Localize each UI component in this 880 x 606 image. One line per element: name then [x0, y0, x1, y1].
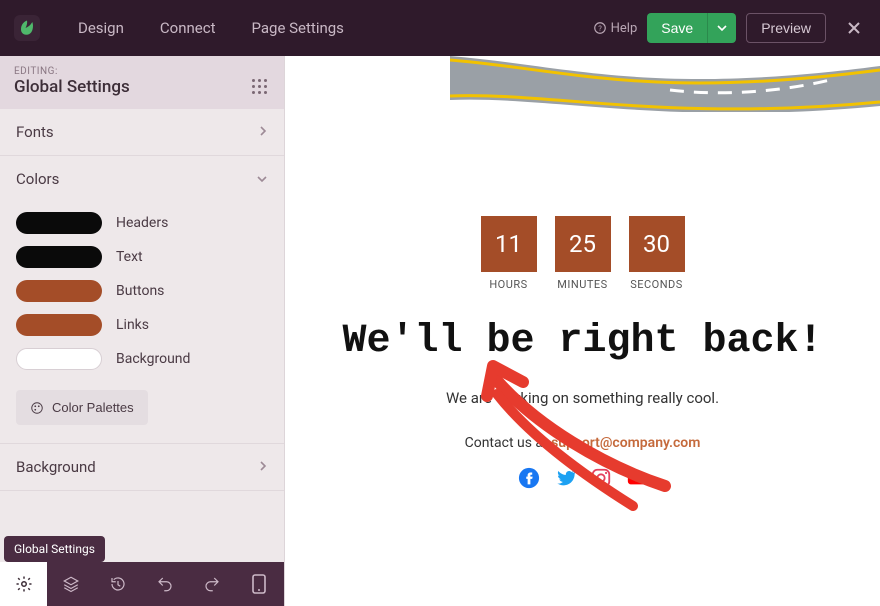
twitter-icon[interactable]	[554, 467, 576, 489]
color-row-text[interactable]: Text	[16, 240, 268, 274]
top-bar: Design Connect Page Settings ? Help Save…	[0, 0, 880, 56]
palette-icon	[30, 401, 44, 415]
road-graphic	[450, 56, 880, 112]
app-logo	[14, 15, 40, 41]
contact-email[interactable]: support@company.com	[551, 435, 700, 451]
save-dropdown-button[interactable]	[707, 13, 736, 43]
countdown-seconds: 30 SECONDS	[629, 216, 685, 291]
color-label: Buttons	[116, 283, 164, 299]
color-swatch[interactable]	[16, 348, 102, 370]
save-button-group: Save	[647, 13, 736, 43]
accordion-colors-label: Colors	[16, 170, 59, 188]
footer-history-button[interactable]	[94, 562, 141, 606]
color-row-headers[interactable]: Headers	[16, 206, 268, 240]
countdown-minutes-label: MINUTES	[555, 278, 611, 291]
color-swatch[interactable]	[16, 314, 102, 336]
footer-tooltip: Global Settings	[4, 536, 105, 562]
sidebar-footer: Global Settings	[0, 562, 284, 606]
layers-icon	[62, 575, 80, 593]
chevron-down-icon	[256, 170, 268, 188]
gear-icon	[15, 575, 33, 593]
footer-settings-button[interactable]	[0, 562, 47, 606]
footer-mobile-button[interactable]	[235, 562, 282, 606]
undo-icon	[156, 575, 174, 593]
save-button[interactable]: Save	[647, 13, 707, 43]
sidebar: EDITING: Global Settings Fonts Colors He…	[0, 56, 285, 606]
contact-prefix: Contact us at	[465, 435, 552, 451]
social-icons	[285, 467, 880, 489]
history-icon	[109, 575, 127, 593]
nav-connect[interactable]: Connect	[142, 19, 234, 37]
drag-handle-icon[interactable]	[252, 79, 270, 97]
redo-icon	[203, 575, 221, 593]
color-swatch[interactable]	[16, 280, 102, 302]
contact-line[interactable]: Contact us at support@company.com	[285, 435, 880, 451]
accordion-background-label: Background	[16, 458, 96, 476]
color-label: Background	[116, 351, 190, 367]
leaf-icon	[18, 19, 36, 37]
footer-redo-button[interactable]	[188, 562, 235, 606]
facebook-icon[interactable]	[518, 467, 540, 489]
page-heading[interactable]: We'll be right back!	[321, 317, 844, 367]
chevron-right-icon	[258, 458, 268, 476]
help-link[interactable]: ? Help	[593, 21, 638, 36]
accordion-fonts[interactable]: Fonts	[0, 109, 284, 156]
colors-body: Headers Text Buttons Links Background Co…	[0, 202, 284, 443]
accordion-background[interactable]: Background	[0, 443, 284, 491]
nav-page-settings[interactable]: Page Settings	[234, 19, 362, 37]
palettes-button-label: Color Palettes	[52, 400, 134, 415]
editing-label: EDITING:	[14, 66, 130, 77]
color-row-background[interactable]: Background	[16, 342, 268, 376]
top-right-controls: ? Help Save Preview	[593, 13, 866, 43]
close-button[interactable]	[842, 16, 866, 40]
countdown-seconds-label: SECONDS	[629, 278, 685, 291]
panel-title: Global Settings	[14, 77, 130, 97]
preview-button[interactable]: Preview	[746, 13, 826, 43]
accordion-colors[interactable]: Colors	[0, 156, 284, 202]
color-label: Headers	[116, 215, 168, 231]
page-canvas[interactable]: 11 HOURS 25 MINUTES 30 SECONDS We'll be …	[285, 56, 880, 606]
color-label: Text	[116, 249, 143, 265]
countdown-hours-value: 11	[481, 216, 537, 272]
footer-undo-button[interactable]	[141, 562, 188, 606]
color-row-buttons[interactable]: Buttons	[16, 274, 268, 308]
color-label: Links	[116, 317, 149, 333]
color-swatch[interactable]	[16, 246, 102, 268]
countdown-seconds-value: 30	[629, 216, 685, 272]
countdown: 11 HOURS 25 MINUTES 30 SECONDS	[285, 216, 880, 291]
help-icon: ?	[593, 21, 607, 35]
countdown-hours: 11 HOURS	[481, 216, 537, 291]
footer-toolbar	[0, 562, 284, 606]
instagram-icon[interactable]	[590, 467, 612, 489]
youtube-icon[interactable]	[626, 467, 648, 489]
page-subtext[interactable]: We are working on something really cool.	[285, 389, 880, 407]
color-palettes-button[interactable]: Color Palettes	[16, 390, 148, 425]
help-label: Help	[611, 21, 638, 36]
mobile-icon	[252, 574, 266, 594]
countdown-hours-label: HOURS	[481, 278, 537, 291]
accordion-fonts-label: Fonts	[16, 123, 54, 141]
svg-text:?: ?	[598, 24, 602, 33]
countdown-minutes: 25 MINUTES	[555, 216, 611, 291]
countdown-minutes-value: 25	[555, 216, 611, 272]
close-icon	[846, 20, 862, 36]
color-swatch[interactable]	[16, 212, 102, 234]
panel-header: EDITING: Global Settings	[0, 56, 284, 109]
color-row-links[interactable]: Links	[16, 308, 268, 342]
nav-design[interactable]: Design	[60, 19, 142, 37]
caret-down-icon	[717, 23, 727, 33]
chevron-right-icon	[258, 123, 268, 141]
footer-layers-button[interactable]	[47, 562, 94, 606]
